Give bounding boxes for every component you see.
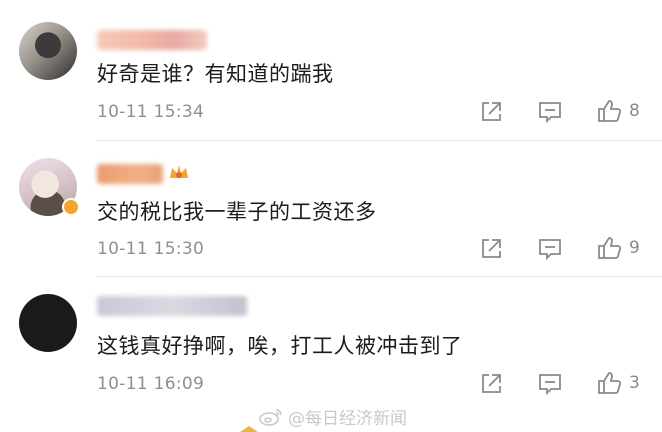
like-button[interactable]: 8: [597, 99, 640, 123]
comment-item: 好奇是谁？有知道的踹我 10-11 15:34 8: [0, 0, 662, 138]
crown-icon: [170, 165, 188, 178]
comment-item: 这钱真好挣啊，唉，打工人被冲击到了 10-11 16:09 3: [0, 276, 662, 414]
thumbs-up-icon: [598, 237, 622, 259]
share-button[interactable]: [480, 101, 502, 123]
comment-time: 10-11 15:30: [97, 239, 205, 259]
decorative-mark: [240, 426, 258, 432]
watermark: @每日经济新闻: [258, 404, 407, 429]
avatar[interactable]: [19, 22, 77, 80]
username-blurred[interactable]: [97, 30, 207, 50]
comment-text: 这钱真好挣啊，唉，打工人被冲击到了: [97, 334, 463, 358]
weibo-logo-icon: [259, 408, 282, 426]
thumbs-up-icon: [598, 100, 622, 122]
comment-button[interactable]: [538, 238, 562, 260]
comment-text: 交的税比我一辈子的工资还多: [97, 200, 377, 224]
thumbs-up-icon: [598, 372, 622, 394]
username-blurred[interactable]: [97, 296, 247, 316]
like-count: 3: [629, 373, 640, 393]
comment-icon: [539, 102, 561, 123]
vip-badge-icon: [62, 198, 80, 216]
comment-item: 交的税比我一辈子的工资还多 10-11 15:30 9: [0, 140, 662, 278]
like-button[interactable]: 3: [597, 371, 640, 395]
comment-time: 10-11 15:34: [97, 102, 205, 122]
avatar[interactable]: [19, 294, 77, 352]
like-button[interactable]: 9: [597, 236, 640, 260]
share-button[interactable]: [480, 373, 502, 395]
comment-icon: [539, 239, 561, 260]
comment-button[interactable]: [538, 101, 562, 123]
username-blurred[interactable]: [97, 164, 163, 184]
comment-text: 好奇是谁？有知道的踹我: [97, 62, 334, 86]
like-count: 9: [629, 238, 640, 258]
share-button[interactable]: [480, 238, 502, 260]
like-count: 8: [629, 101, 640, 121]
share-icon: [482, 239, 501, 258]
comment-button[interactable]: [538, 373, 562, 395]
comment-time: 10-11 16:09: [97, 374, 205, 394]
watermark-text: @每日经济新闻: [288, 409, 407, 429]
share-icon: [482, 374, 501, 393]
share-icon: [482, 102, 501, 121]
comment-icon: [539, 374, 561, 395]
